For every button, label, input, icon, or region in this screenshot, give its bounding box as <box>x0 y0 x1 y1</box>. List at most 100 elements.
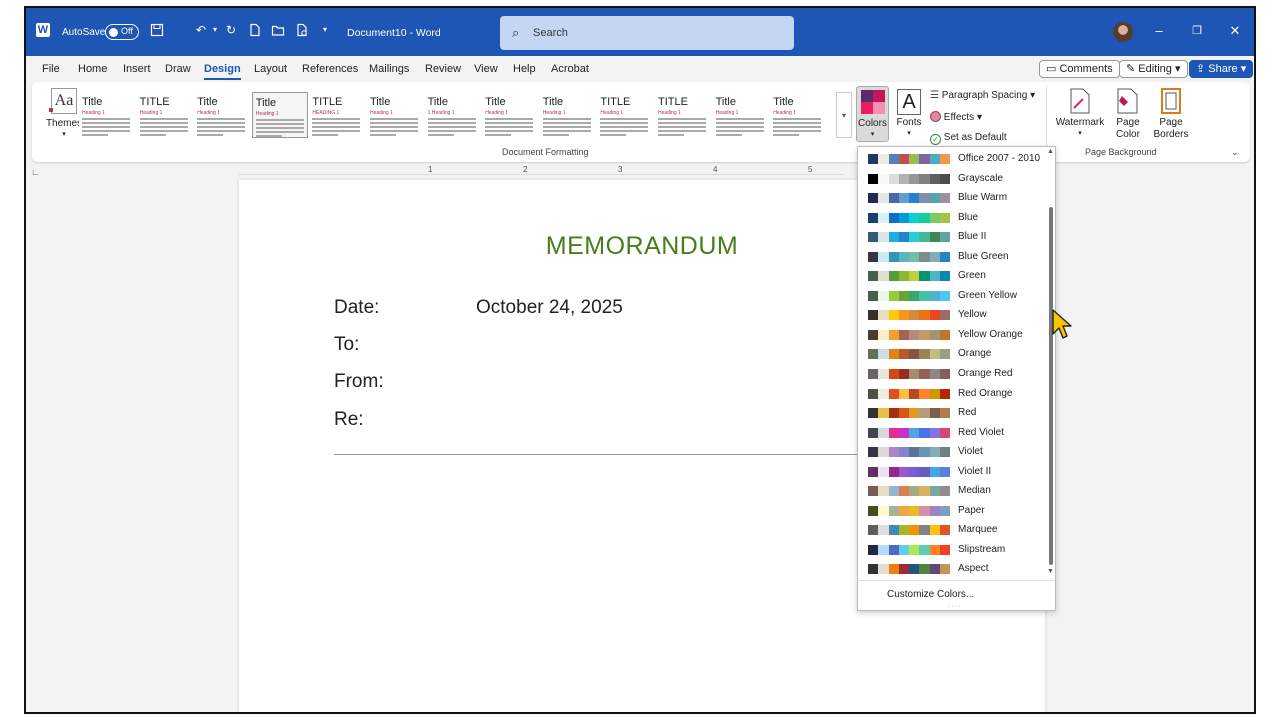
customize-colors-item[interactable]: Customize Colors... <box>887 589 974 600</box>
avatar[interactable] <box>1113 22 1133 42</box>
color-swatch <box>898 329 909 340</box>
style-set-thumb[interactable]: TITLE Heading 1 <box>597 92 654 138</box>
style-set-preview-line <box>658 134 684 136</box>
color-swatch <box>868 173 879 184</box>
color-scheme-item[interactable]: Marquee <box>858 520 1046 540</box>
style-set-thumb[interactable]: TITLE HEADING 1 <box>309 92 366 138</box>
color-swatch <box>898 154 909 164</box>
color-scheme-item[interactable]: Median <box>858 481 1046 501</box>
color-swatch <box>888 154 899 164</box>
style-set-thumb[interactable]: Title Heading 1 <box>712 92 769 138</box>
resize-grip-icon[interactable]: ···· <box>948 603 961 610</box>
color-scheme-item[interactable]: Green Yellow <box>858 286 1046 306</box>
style-set-thumb[interactable]: Title Heading 1 <box>79 92 135 138</box>
scrollbar-thumb[interactable] <box>1049 207 1053 565</box>
color-scheme-item[interactable]: Grayscale <box>858 169 1046 189</box>
themes-button[interactable]: Aa Themes ▾ <box>44 86 84 138</box>
watermark-button[interactable]: Watermark ▾ <box>1056 86 1104 142</box>
style-set-thumb[interactable]: Title 1 Heading 1 <box>424 92 481 138</box>
color-scheme-item[interactable]: Blue Warm <box>858 188 1046 208</box>
color-swatch <box>929 427 940 438</box>
color-swatch-strip <box>868 505 950 516</box>
style-set-preview-line <box>255 131 304 133</box>
autosave-toggle[interactable]: Off <box>105 24 139 40</box>
style-set-thumb[interactable]: Title Heading 1 <box>367 92 423 138</box>
page-borders-button[interactable]: Page Borders <box>1152 86 1190 146</box>
color-scheme-name: Green Yellow <box>958 289 1017 301</box>
customize-toolbar-icon[interactable]: ▾ <box>318 23 332 37</box>
undo-dropdown-icon[interactable]: ▾ <box>208 23 222 37</box>
fonts-icon: A <box>897 89 921 115</box>
close-icon[interactable]: ✕ <box>1225 21 1245 41</box>
style-set-thumb[interactable]: TITLE Heading 1 <box>655 92 711 138</box>
undo-icon[interactable]: ↶ <box>194 23 208 37</box>
tab-mailings[interactable]: Mailings <box>369 63 409 75</box>
color-scheme-item[interactable]: Green <box>858 266 1046 286</box>
color-swatch <box>878 271 889 282</box>
collapse-ribbon-icon[interactable]: ⌄ <box>1231 147 1239 158</box>
color-scheme-item[interactable]: Blue II <box>858 227 1046 247</box>
share-button[interactable]: ⇪ Share ▾ <box>1189 60 1254 78</box>
color-scheme-item[interactable]: Orange Red <box>858 364 1046 384</box>
paragraph-spacing-button[interactable]: ☰ Paragraph Spacing ▾ <box>930 90 1040 106</box>
color-scheme-item[interactable]: Blue Green <box>858 247 1046 267</box>
color-scheme-item[interactable]: Office 2007 - 2010 <box>858 149 1046 169</box>
gallery-more-button[interactable]: ▾ <box>836 92 852 138</box>
color-swatch <box>919 388 930 399</box>
style-set-thumb[interactable]: Title Heading 1 <box>770 92 827 138</box>
tab-references[interactable]: References <box>302 63 358 75</box>
minimize-icon[interactable]: – <box>1149 21 1169 41</box>
editing-mode-button[interactable]: ✎ Editing ▾ <box>1119 60 1188 78</box>
color-scheme-item[interactable]: Violet II <box>858 462 1046 482</box>
scroll-down-icon[interactable]: ▼ <box>1047 568 1054 575</box>
color-swatch <box>929 369 940 380</box>
save-icon[interactable] <box>150 23 164 37</box>
color-scheme-item[interactable]: Yellow Orange <box>858 325 1046 345</box>
tab-design[interactable]: Design <box>204 63 241 80</box>
color-scheme-item[interactable]: Red Orange <box>858 384 1046 404</box>
color-scheme-item[interactable]: Orange <box>858 344 1046 364</box>
tab-view[interactable]: View <box>474 63 498 75</box>
color-scheme-item[interactable]: Aspect <box>858 559 1046 579</box>
tab-home[interactable]: Home <box>78 63 107 75</box>
restore-icon[interactable]: ❐ <box>1187 21 1207 41</box>
fonts-button[interactable]: A Fonts ▾ <box>894 86 924 142</box>
tab-insert[interactable]: Insert <box>123 63 151 75</box>
colors-button[interactable]: Colors ▾ <box>856 86 889 142</box>
scroll-up-icon[interactable]: ▲ <box>1047 148 1054 155</box>
tab-layout[interactable]: Layout <box>254 63 287 75</box>
color-scheme-item[interactable]: Blue <box>858 208 1046 228</box>
style-set-preview-line <box>485 122 534 124</box>
tab-acrobat[interactable]: Acrobat <box>551 63 589 75</box>
document-tools-icon[interactable] <box>295 23 309 37</box>
style-set-thumb[interactable]: Title Heading 1 <box>251 92 308 138</box>
color-swatch <box>939 369 950 380</box>
open-folder-icon[interactable] <box>271 23 285 37</box>
color-scheme-item[interactable]: Red <box>858 403 1046 423</box>
dropdown-scrollbar[interactable]: ▲ ▼ <box>1046 147 1056 579</box>
color-swatch <box>878 290 889 301</box>
color-scheme-item[interactable]: Slipstream <box>858 540 1046 560</box>
style-set-thumb[interactable]: Title Heading 1 <box>482 92 539 138</box>
style-set-thumb[interactable]: Title Heading 1 <box>194 92 251 138</box>
style-set-thumb[interactable]: Title Heading 1 <box>539 92 596 138</box>
page-color-button[interactable]: Page Color <box>1110 86 1146 146</box>
new-document-icon[interactable] <box>248 23 262 37</box>
tab-review[interactable]: Review <box>425 63 461 75</box>
comments-button[interactable]: ▭ Comments <box>1039 60 1120 78</box>
search-box[interactable]: ⌕ Search <box>500 16 794 50</box>
tab-draw[interactable]: Draw <box>165 63 191 75</box>
color-scheme-item[interactable]: Yellow <box>858 305 1046 325</box>
style-set-preview-line <box>427 122 476 124</box>
effects-button[interactable]: Effects ▾ <box>930 111 1000 127</box>
color-scheme-item[interactable]: Paper <box>858 501 1046 521</box>
color-scheme-item[interactable]: Red Violet <box>858 423 1046 443</box>
style-set-thumb[interactable]: TITLE Heading 1 <box>136 92 193 138</box>
style-set-preview-line <box>485 118 534 120</box>
tab-file[interactable]: File <box>42 63 60 75</box>
redo-icon[interactable]: ↻ <box>224 23 238 37</box>
tab-selector-icon[interactable]: ∟ <box>31 167 40 177</box>
color-scheme-item[interactable]: Violet <box>858 442 1046 462</box>
color-swatch <box>868 544 879 555</box>
tab-help[interactable]: Help <box>513 63 536 75</box>
